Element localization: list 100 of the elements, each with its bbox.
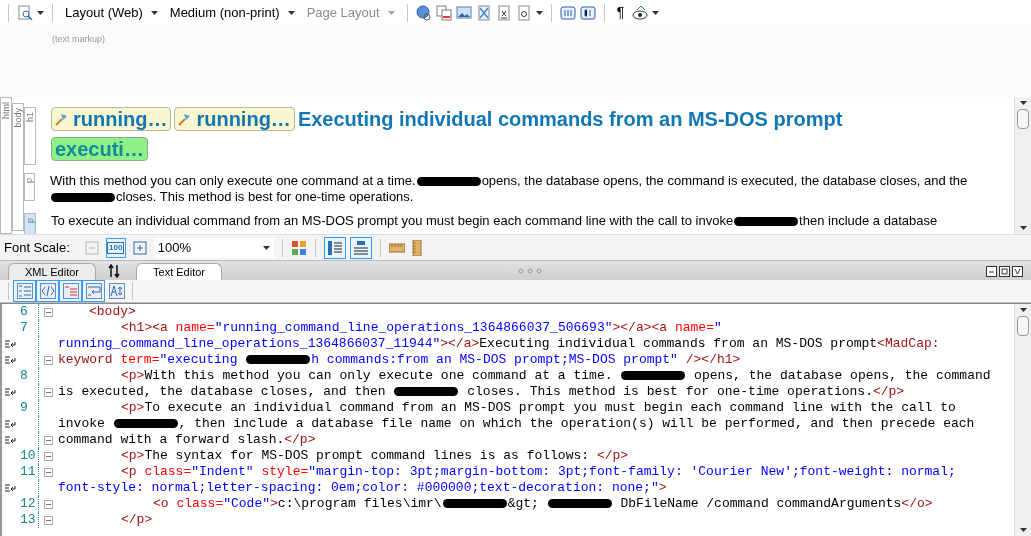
caret-icon	[262, 245, 270, 250]
layout-toggle[interactable]	[349, 236, 372, 259]
grip-icon	[518, 268, 542, 274]
structure-tag[interactable]: html	[0, 97, 12, 234]
fold-icon[interactable]	[44, 307, 53, 317]
redaction-mark	[416, 177, 481, 187]
restore-icon[interactable]	[999, 266, 1010, 277]
wrap-toggle[interactable]	[82, 280, 105, 302]
caret-icon	[37, 10, 44, 15]
fold-icon[interactable]	[44, 467, 53, 477]
layout-dropdown[interactable]: Layout (Web)	[61, 2, 162, 23]
scrollbar[interactable]	[1014, 304, 1031, 536]
scrollbar-thumb[interactable]	[1017, 316, 1029, 336]
code-line: font-style: normal;letter-spacing: 0em;color: #000000;text-decoration: none;">	[58, 480, 667, 496]
redaction-mark	[442, 499, 507, 509]
eye-icon[interactable]	[632, 4, 649, 21]
toggle-icon	[16, 283, 33, 299]
code-line: <p>To execute an individual command from an MS-DOS prompt you must begin each command line with the call to	[120, 400, 956, 416]
pin-icon	[55, 112, 69, 126]
caret-icon	[1019, 308, 1027, 312]
numbers-toggle[interactable]	[13, 280, 36, 302]
structure-tag[interactable]: h1	[24, 107, 36, 165]
editor-tab[interactable]: XML Editor	[8, 263, 96, 280]
editor-tab[interactable]: Text Editor	[136, 263, 222, 280]
code-line: <o class="Code">c:\program files\imr\ &gt; DbFileName /command commandArguments</o>	[152, 496, 933, 512]
scrollbar-thumb[interactable]	[1017, 109, 1029, 129]
redaction-mark	[621, 371, 686, 381]
code-line: </p>	[120, 512, 153, 528]
redaction-mark	[113, 419, 178, 429]
keyword-marker[interactable]: executi…	[51, 137, 148, 161]
caret-icon	[1019, 528, 1027, 532]
pin-icon	[178, 112, 193, 126]
wrap-marker-icon	[4, 435, 16, 445]
preview-page-icon[interactable]	[17, 4, 33, 21]
caret-icon	[1019, 101, 1027, 105]
scrollbar[interactable]	[1014, 97, 1031, 234]
fold-icon[interactable]	[44, 435, 53, 445]
reset-zoom-button[interactable]: 100	[105, 237, 126, 258]
toggle-icon	[62, 283, 79, 299]
code-line: command with a forward slash.</p>	[58, 432, 316, 448]
code-line: keyword term="executing h commands:from an MS-DOS prompt;MS-DOS prompt" /></h1>	[58, 352, 741, 368]
caret-icon	[1019, 226, 1027, 230]
caret-icon	[287, 10, 295, 15]
code-line: <p>The syntax for MS-DOS prompt command lines is as follows: </p>	[120, 448, 629, 464]
line-number: 9	[20, 400, 28, 416]
colors-toggle[interactable]	[59, 280, 82, 302]
markup-hint: (text markup)	[52, 34, 105, 44]
caret-icon	[150, 10, 158, 15]
code-line: is executed, the database closes, and then closes. This method is best for one-time operations.</p>	[58, 384, 905, 400]
font-scale-label: Font Scale:	[4, 238, 70, 257]
heading-text: Executing individual commands from an MS-DOS prompt	[297, 108, 843, 130]
swap-arrows-icon[interactable]	[108, 264, 120, 278]
color-grid-icon[interactable]	[290, 239, 307, 256]
code-line: invoke , then include a database file name on which the operation(s) will be performed, and then precede each	[58, 416, 975, 432]
document-a-icon[interactable]	[515, 4, 532, 21]
line-number: 10	[20, 448, 36, 464]
structure-tag[interactable]: p	[24, 173, 35, 201]
layout-dropdown[interactable]: Medium (non-print)	[165, 2, 299, 23]
wrap-marker-icon	[4, 419, 16, 429]
code-line: <p class="Indent" style="margin-top: 3pt;margin-bottom: 3pt;font-family: 'Courier New';font-weight: normal;	[120, 464, 956, 480]
fold-icon[interactable]	[44, 499, 53, 509]
wrap-marker-icon	[4, 483, 16, 493]
redaction-mark	[51, 193, 115, 203]
redaction-mark	[394, 387, 459, 397]
layout-toggle[interactable]	[323, 236, 346, 259]
copy-pages-icon[interactable]	[435, 4, 452, 21]
top-layout-icon	[352, 239, 369, 256]
toggle-icon	[85, 283, 102, 299]
document-x-letter-icon[interactable]	[495, 4, 512, 21]
fold-icon[interactable]	[44, 451, 53, 461]
image-icon[interactable]	[455, 4, 472, 21]
line-number: 11	[20, 464, 36, 480]
anchor-marker[interactable]: running…	[174, 107, 295, 131]
document-x-icon[interactable]	[475, 4, 492, 21]
fold-icon[interactable]	[44, 387, 53, 397]
line-number: 7	[20, 320, 28, 336]
side-layout-icon	[326, 239, 343, 256]
caret-icon	[387, 10, 395, 15]
redaction-mark	[734, 217, 799, 227]
code-line: <p>With this method you can only execute one command at a time. opens, the database opens, the command	[120, 368, 991, 384]
line-number: 8	[20, 368, 28, 384]
zoom-dropdown[interactable]: 100%	[153, 237, 274, 258]
structure-tag[interactable]: body	[12, 103, 24, 231]
line-number: 13	[20, 512, 36, 528]
toggle-icon	[39, 283, 56, 299]
tags-toggle[interactable]	[36, 280, 59, 302]
fold-icon[interactable]	[44, 355, 53, 365]
code-line: <h1><a name="running_command_line_operations_1364866037_506693"></a><a name="	[120, 320, 722, 336]
pilcrow-button[interactable]: ¶	[612, 2, 629, 23]
anchor-marker[interactable]: running…	[51, 107, 172, 131]
redaction-mark	[547, 499, 612, 509]
wrap-marker-icon	[4, 339, 16, 349]
minimize-icon[interactable]	[986, 266, 997, 277]
fold-icon[interactable]	[44, 515, 53, 525]
redaction-mark	[246, 355, 311, 365]
chevron-icon[interactable]	[1012, 266, 1023, 277]
structure-tag[interactable]: p	[24, 213, 36, 234]
paragraph-text: To execute an individual command from an MS-DOS prompt you must begin each command line with the call to invoke then include a database	[51, 213, 938, 229]
code-line: <body>	[88, 304, 136, 320]
toggle-icon	[108, 283, 125, 299]
